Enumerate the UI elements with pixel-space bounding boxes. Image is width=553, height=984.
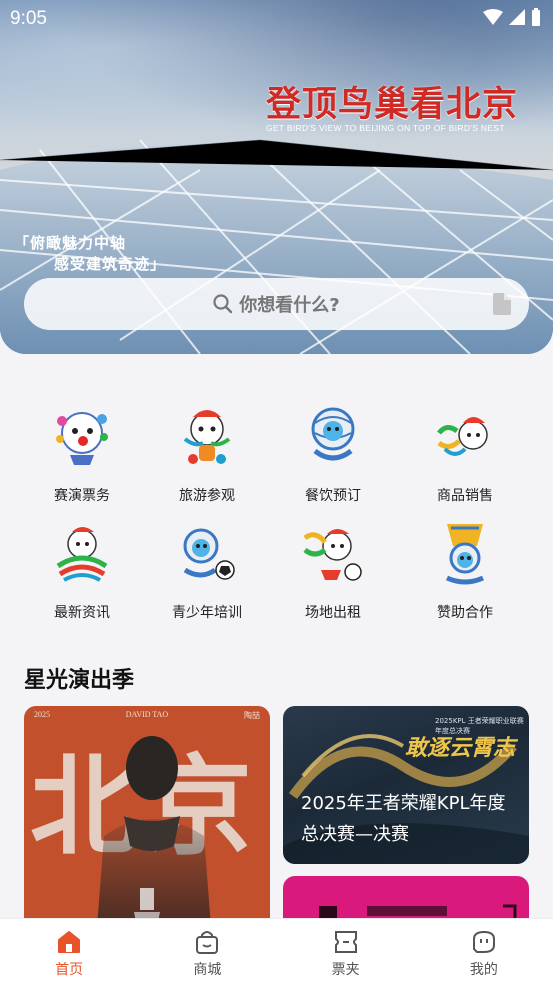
tab-home-label: 首页: [55, 962, 84, 978]
status-time: 9:05: [10, 8, 47, 29]
mascot-venue-rental-icon: [303, 529, 362, 581]
signal-icon: [509, 9, 525, 25]
menu-item-dining[interactable]: 餐饮预订: [278, 403, 388, 505]
menu-label-tickets: 赛演票务: [54, 488, 110, 504]
home-icon: [58, 931, 81, 953]
tab-profile[interactable]: 我的: [415, 919, 553, 984]
menu-item-news[interactable]: 最新资讯: [27, 520, 137, 622]
profile-icon: [472, 930, 495, 953]
section-title: 星光演出季: [24, 668, 135, 693]
hero-title: 登顶鸟巢看北京: [266, 85, 519, 125]
search-input[interactable]: 你想看什么?: [24, 278, 529, 330]
hero-subtitle: GET BIRD'S VIEW TO BEIJING ON TOP OF BIR…: [266, 123, 505, 133]
tab-profile-label: 我的: [469, 962, 498, 978]
status-icons: [483, 8, 541, 26]
menu-label-merch: 商品销售: [437, 488, 493, 504]
hero-banner[interactable]: 9:05 登顶鸟巢看北京 GET BIRD'S VIEW TO BEIJING …: [0, 0, 553, 354]
mascot-youth-training-icon: [183, 528, 235, 580]
ticket-icon: [334, 931, 357, 953]
tab-home[interactable]: 首页: [0, 919, 138, 984]
bottom-tab-bar: 首页 商城 票夹 我的: [0, 918, 553, 984]
hero-slogan-line1: 「俯瞰魅力中轴: [14, 234, 127, 252]
poster-slogan: 敢逐云霄志: [405, 736, 516, 761]
hero-slogan-line2: 感受建筑奇迹」: [54, 255, 167, 273]
show-card-caption: 2025年王者荣耀KPL年度总决赛—决赛: [301, 793, 506, 845]
document-icon[interactable]: [493, 293, 511, 315]
menu-item-youth-training[interactable]: 青少年培训: [152, 520, 262, 622]
menu-item-venue-rental[interactable]: 场地出租: [278, 520, 388, 622]
search-icon: [213, 294, 233, 314]
mascot-merch-icon: [437, 417, 488, 456]
menu-item-sponsorship[interactable]: 赞助合作: [410, 520, 520, 622]
tab-tickets-label: 票夹: [331, 962, 360, 978]
mascot-sponsorship-icon: [445, 524, 485, 585]
menu-item-tour[interactable]: 旅游参观: [152, 403, 262, 505]
mascot-news-icon: [56, 527, 108, 582]
mascot-tour-icon: [183, 410, 231, 464]
menu-label-tour: 旅游参观: [179, 488, 235, 504]
menu-item-tickets[interactable]: 赛演票务: [27, 403, 137, 505]
mascot-dining-icon: [311, 407, 355, 461]
menu-item-merch[interactable]: 商品销售: [410, 403, 520, 505]
search-placeholder: 你想看什么?: [239, 295, 340, 316]
menu-label-venue-rental: 场地出租: [305, 605, 361, 621]
menu-label-dining: 餐饮预订: [305, 488, 361, 504]
mascot-tickets-icon: [56, 412, 108, 465]
shopping-bag-icon: [196, 931, 219, 954]
status-bar: 9:05: [0, 0, 553, 38]
wifi-icon: [483, 9, 503, 25]
menu-label-youth-training: 青少年培训: [172, 605, 242, 621]
tab-tickets[interactable]: 票夹: [277, 919, 415, 984]
menu-label-news: 最新资讯: [54, 605, 110, 621]
battery-icon: [532, 8, 540, 26]
show-card-kpl-final[interactable]: 2025KPL 王者荣耀职业联赛年度总决赛 敢逐云霄志 2025年王者荣耀KPL…: [283, 706, 529, 864]
tab-mall-label: 商城: [193, 962, 222, 978]
tab-mall[interactable]: 商城: [138, 919, 276, 984]
menu-label-sponsorship: 赞助合作: [437, 605, 493, 621]
